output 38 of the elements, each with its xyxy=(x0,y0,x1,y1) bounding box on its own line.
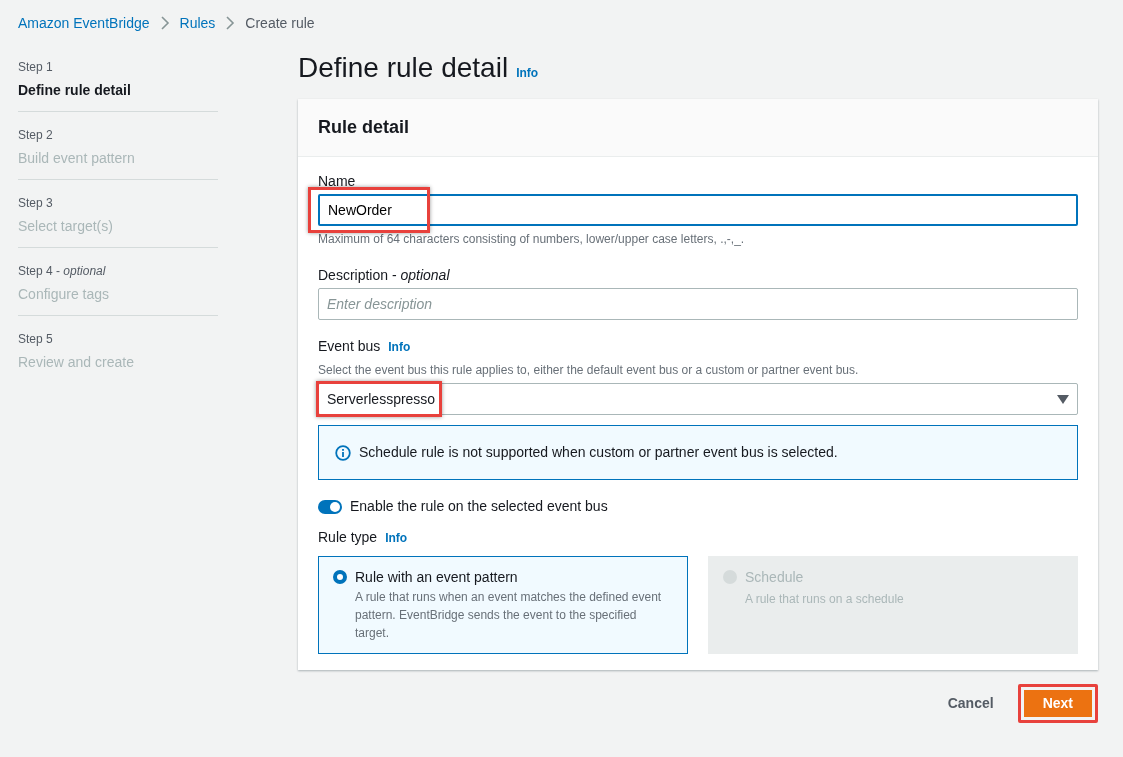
input-field[interactable]: Enter description xyxy=(318,288,1078,321)
input-field[interactable]: NewOrder xyxy=(318,194,1078,227)
chevron-icon xyxy=(225,16,236,30)
step-number: Step 5 xyxy=(18,331,53,348)
field-label: Name xyxy=(318,172,356,192)
radio-card[interactable]: Rule with an event pattern A rule that runs when an event matches the defined event pattern. EventBridge sends the event to the specified target. xyxy=(318,556,688,655)
field-label: Event bus xyxy=(318,337,381,357)
option-description: A rule that runs when an event matches the defined event pattern. EventBridge sends the event to the specified target. xyxy=(355,589,663,643)
step-label[interactable]: Define rule detail xyxy=(18,80,131,101)
info-icon xyxy=(335,444,351,461)
step-number: Step 3 xyxy=(18,195,53,212)
field-hint: Maximum of 64 characters consisting of numbers, lower/upper case letters, .,-,_. xyxy=(318,231,745,249)
alert-text: Schedule rule is not supported when custom or partner event bus is selected. xyxy=(359,443,838,463)
field-hint: Select the event bus this rule applies to, either the default event bus or a custom or partner event bus. xyxy=(318,362,859,380)
info-link[interactable]: Info xyxy=(516,64,539,82)
field-label: Rule type xyxy=(318,528,378,548)
step-number: Step 1 xyxy=(18,59,53,76)
card-title: Rule detail xyxy=(318,116,411,139)
next-button[interactable]: Next xyxy=(1017,684,1098,724)
step-number: Step 2 xyxy=(18,127,53,144)
toggle-switch[interactable] xyxy=(318,499,342,514)
option-title: Rule with an event pattern xyxy=(355,568,518,588)
cancel-button[interactable]: Cancel xyxy=(947,689,994,719)
info-link[interactable]: Info xyxy=(385,529,408,548)
field-label: Description - optional xyxy=(318,266,450,286)
breadcrumb-current: Create rule xyxy=(245,13,315,33)
breadcrumb-link[interactable]: Amazon EventBridge xyxy=(18,12,150,34)
option-description: A rule that runs on a schedule xyxy=(745,591,904,609)
radio-button[interactable] xyxy=(333,570,347,585)
toggle-label: Enable the rule on the selected event bus xyxy=(350,497,608,517)
step-number: Step 4 - optional xyxy=(18,263,106,280)
breadcrumb-link[interactable]: Rules xyxy=(179,12,216,34)
option-title: Schedule xyxy=(745,568,804,588)
chevron-icon xyxy=(159,16,170,30)
page-title: Define rule detail xyxy=(298,51,509,85)
caret-icon xyxy=(1057,394,1069,404)
select-value: Serverlesspresso xyxy=(327,389,436,409)
info-link[interactable]: Info xyxy=(388,338,411,357)
